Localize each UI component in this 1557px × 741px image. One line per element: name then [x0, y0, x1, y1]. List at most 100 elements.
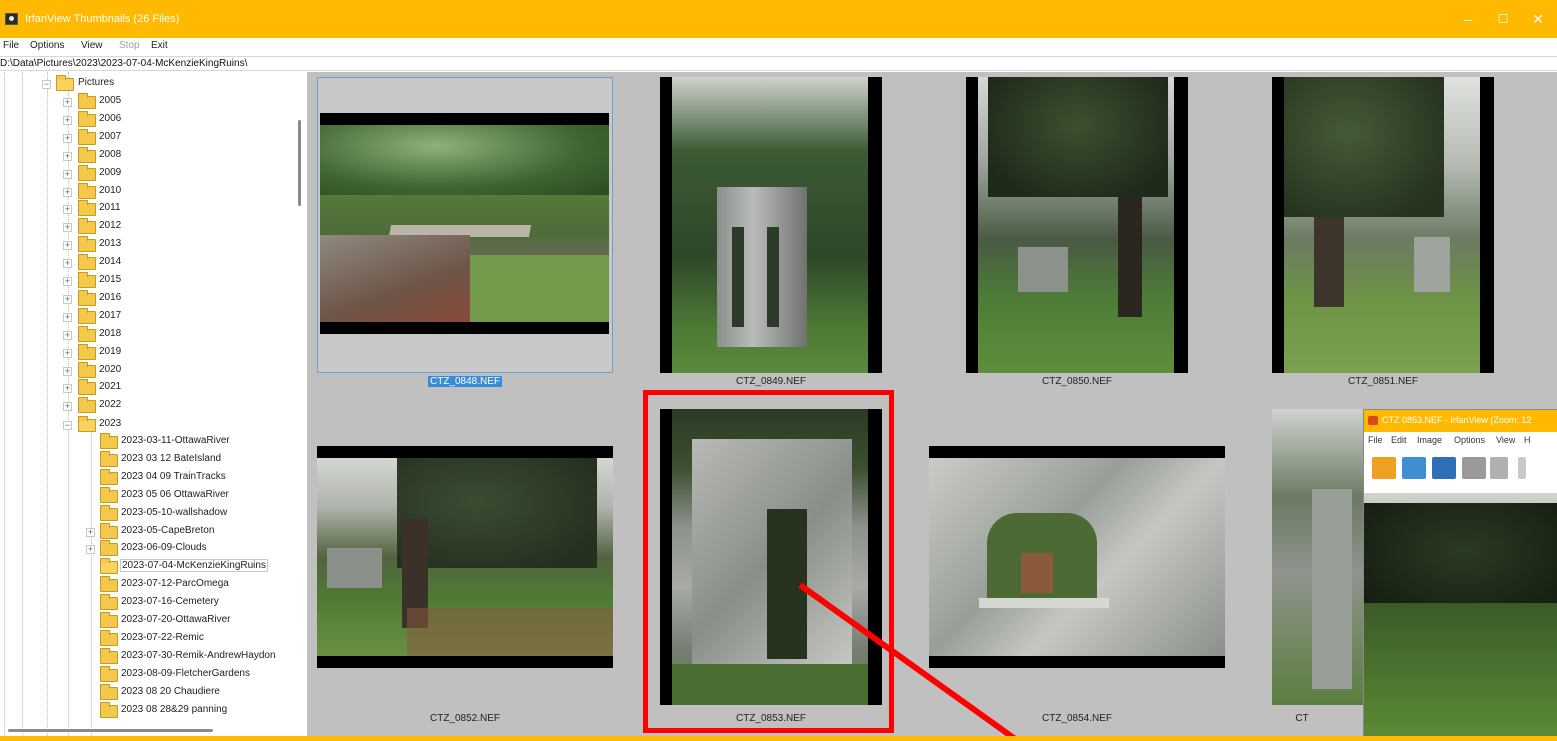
thumbnail-image-0852[interactable]: [317, 446, 613, 668]
tree-item-year[interactable]: +2009: [0, 164, 300, 183]
maximize-button[interactable]: ☐: [1490, 9, 1516, 29]
toolbar-more-icon[interactable]: [1518, 457, 1526, 479]
expand-icon[interactable]: +: [63, 151, 72, 161]
tree-item-subfolder[interactable]: 2023-08-09-FletcherGardens: [0, 665, 300, 684]
thumbnail-label[interactable]: CTZ_0854.NEF: [1002, 713, 1152, 724]
tree-item-year[interactable]: +2016: [0, 289, 300, 308]
tree-vertical-scrollbar[interactable]: [298, 120, 301, 206]
tree-item-year[interactable]: +2013: [0, 236, 300, 254]
print-icon[interactable]: [1462, 457, 1486, 479]
viewer-menu-edit[interactable]: Edit: [1391, 435, 1407, 445]
viewer-menu-file[interactable]: File: [1368, 435, 1383, 445]
expand-icon[interactable]: +: [86, 545, 95, 555]
image-viewer-window[interactable]: CTZ 0853.NEF - IrfanView (Zoom: 12 File …: [1363, 409, 1557, 737]
menu-options[interactable]: Options: [30, 40, 64, 51]
thumbnail-label[interactable]: CTZ_0849.NEF: [696, 376, 846, 387]
viewer-title: CTZ 0853.NEF - IrfanView (Zoom: 12: [1382, 415, 1532, 425]
expand-icon[interactable]: +: [63, 241, 72, 251]
tree-item-subfolder[interactable]: 2023-07-12-ParcOmega: [0, 576, 300, 594]
expand-icon[interactable]: +: [63, 384, 72, 394]
tree-item-label: 2011: [99, 202, 121, 214]
expand-icon[interactable]: +: [63, 259, 72, 269]
tree-item-year[interactable]: +2005: [0, 93, 300, 111]
tree-item-pictures[interactable]: − Pictures: [0, 75, 300, 93]
tree-item-subfolder[interactable]: 2023-07-16-Cemetery: [0, 594, 300, 612]
expand-icon[interactable]: +: [63, 312, 72, 322]
thumbnail-label[interactable]: CTZ_0850.NEF: [1002, 376, 1152, 387]
expand-icon[interactable]: +: [63, 402, 72, 412]
tree-item-2023[interactable]: − 2023: [0, 416, 300, 434]
thumbnail-label[interactable]: CT: [1287, 713, 1317, 724]
tree-item-year[interactable]: +2012: [0, 218, 300, 236]
thumbnail-image-0850[interactable]: [966, 77, 1188, 373]
open-folder-icon[interactable]: [1372, 457, 1396, 479]
viewer-menu-help[interactable]: H: [1524, 435, 1531, 445]
tree-item-year[interactable]: +2014: [0, 254, 300, 272]
tree-item-subfolder[interactable]: 2023-07-20-OttawaRiver: [0, 612, 300, 630]
thumbnail-image-0848[interactable]: [320, 113, 609, 334]
menu-bar: File Options View Stop Exit: [0, 38, 1557, 55]
viewer-image[interactable]: [1364, 493, 1557, 737]
tree-item-subfolder[interactable]: +2023-05-CapeBreton: [0, 522, 300, 541]
menu-view[interactable]: View: [81, 40, 103, 51]
tree-item-year[interactable]: +2020: [0, 361, 300, 380]
collapse-icon[interactable]: −: [42, 80, 51, 89]
delete-icon[interactable]: [1490, 457, 1508, 479]
viewer-menu-image[interactable]: Image: [1417, 435, 1442, 445]
expand-icon[interactable]: +: [63, 348, 72, 358]
viewer-menu-view[interactable]: View: [1496, 435, 1515, 445]
expand-icon[interactable]: +: [63, 187, 72, 197]
tree-item-year[interactable]: +2021: [0, 379, 300, 397]
expand-icon[interactable]: +: [86, 527, 95, 537]
expand-icon[interactable]: +: [63, 115, 72, 125]
viewer-menu-options[interactable]: Options: [1454, 435, 1485, 445]
menu-file[interactable]: File: [3, 40, 19, 51]
thumbnail-image-0849[interactable]: [660, 77, 882, 373]
tree-item-year[interactable]: +2011: [0, 200, 300, 218]
menu-exit[interactable]: Exit: [151, 40, 168, 51]
collapse-icon[interactable]: −: [63, 421, 72, 430]
expand-icon[interactable]: +: [63, 366, 72, 376]
tree-item-subfolder[interactable]: 2023-03-11-OttawaRiver: [0, 433, 300, 451]
slideshow-icon[interactable]: [1402, 457, 1426, 479]
thumbnail-image-0854[interactable]: [929, 446, 1225, 668]
path-bar[interactable]: D:\Data\Pictures\2023\2023-07-04-McKenzi…: [0, 56, 1557, 71]
tree-item-year[interactable]: +2017: [0, 307, 300, 326]
folder-tree[interactable]: − Pictures +2005 +2006 +2007 +2008 +2009 +201…: [0, 72, 307, 736]
tree-item-year[interactable]: +2019: [0, 343, 300, 362]
tree-item-subfolder[interactable]: 2023-07-22-Remic: [0, 629, 300, 648]
tree-item-subfolder[interactable]: 2023-07-04-McKenzieKingRuins: [0, 558, 300, 576]
tree-item-subfolder[interactable]: 2023-07-30-Remik-AndrewHaydon: [0, 647, 300, 666]
expand-icon[interactable]: +: [63, 133, 72, 143]
expand-icon[interactable]: +: [63, 205, 72, 215]
tree-item-year[interactable]: +2007: [0, 128, 300, 147]
tree-item-subfolder[interactable]: 2023 08 20 Chaudiere: [0, 683, 300, 702]
menu-stop[interactable]: Stop: [119, 40, 140, 51]
expand-icon[interactable]: +: [63, 223, 72, 233]
tree-item-year[interactable]: +2015: [0, 272, 300, 290]
tree-item-subfolder[interactable]: +2023-06-09-Clouds: [0, 540, 300, 558]
tree-item-subfolder[interactable]: 2023 03 12 BateIsland: [0, 450, 300, 469]
expand-icon[interactable]: +: [63, 294, 72, 304]
thumbnail-label[interactable]: CTZ_0848.NEF: [390, 376, 540, 387]
tree-item-year[interactable]: +2010: [0, 182, 300, 201]
save-icon[interactable]: [1432, 457, 1456, 479]
expand-icon[interactable]: +: [63, 330, 72, 340]
thumbnail-image-0851[interactable]: [1272, 77, 1494, 373]
expand-icon[interactable]: +: [63, 98, 72, 107]
expand-icon[interactable]: +: [63, 277, 72, 286]
tree-item-subfolder[interactable]: 2023 04 09 TrainTracks: [0, 468, 300, 487]
tree-item-subfolder[interactable]: 2023-05-10-wallshadow: [0, 504, 300, 523]
tree-item-subfolder[interactable]: 2023 05 06 OttawaRiver: [0, 486, 300, 505]
thumbnail-label[interactable]: CTZ_0851.NEF: [1308, 376, 1458, 387]
tree-item-year[interactable]: +2008: [0, 146, 300, 165]
tree-item-year[interactable]: +2006: [0, 110, 300, 129]
tree-item-year[interactable]: +2022: [0, 397, 300, 415]
tree-item-year[interactable]: +2018: [0, 325, 300, 344]
tree-horizontal-scrollbar[interactable]: [8, 729, 213, 732]
minimize-button[interactable]: –: [1455, 9, 1481, 29]
close-button[interactable]: ✕: [1525, 9, 1551, 29]
expand-icon[interactable]: +: [63, 169, 72, 179]
thumbnail-label[interactable]: CTZ_0852.NEF: [390, 713, 540, 724]
tree-item-subfolder[interactable]: 2023 08 28&29 panning: [0, 701, 300, 720]
